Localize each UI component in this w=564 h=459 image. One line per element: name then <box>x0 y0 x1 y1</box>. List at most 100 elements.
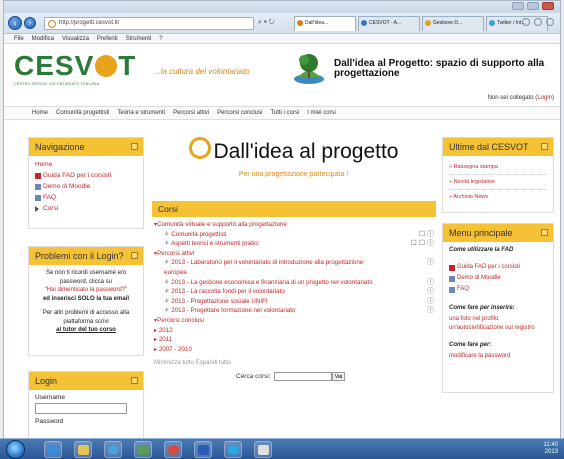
course-category[interactable]: ▸ 2012 <box>152 326 436 336</box>
menu-item[interactable]: Visualizza <box>62 34 89 43</box>
close-button[interactable] <box>542 2 554 10</box>
ie-taskbar-icon[interactable] <box>44 441 62 458</box>
news-item-archive[interactable]: » Archivio News <box>449 190 547 204</box>
course-link[interactable]: ⚘ 2013 - Progettare formazione nel volon… <box>152 306 436 316</box>
nav-item-corsi[interactable]: Corsi <box>35 204 137 215</box>
ie-icon <box>48 20 56 28</box>
favorites-icon[interactable] <box>534 18 542 26</box>
pin-icon <box>449 265 455 271</box>
site-nav-link[interactable]: Home <box>32 107 48 119</box>
expand-collapse-links[interactable]: Minimizza tutto Espandi tutto <box>152 360 436 366</box>
forgot-password-link[interactable]: "Hai dimenticato la password?" <box>35 286 137 295</box>
course-link[interactable]: ⚘ 2013 - La raccolta fondi per il volont… <box>152 287 436 297</box>
browser-tab[interactable]: Gestione D... <box>422 16 484 31</box>
nav-item-faq[interactable]: FAQ <box>35 193 137 204</box>
flower-logo-icon <box>188 137 211 160</box>
course-info-icon[interactable]: ⓘ <box>427 287 434 297</box>
site-title: Dall'idea al Progetto: spazio di support… <box>334 58 545 79</box>
course-info-icon[interactable]: ☐ ⓘ <box>419 230 434 240</box>
site-nav-link[interactable]: Percorsi conclusi <box>217 107 262 119</box>
pin-icon <box>35 173 41 179</box>
site-nav-link[interactable]: Teoria e strumenti <box>117 107 165 119</box>
login-link[interactable]: Login <box>537 95 552 101</box>
collapse-icon[interactable] <box>541 143 548 150</box>
menu-item-faq[interactable]: FAQ <box>449 285 547 296</box>
course-link[interactable]: europea <box>152 268 436 278</box>
browser-tab[interactable]: Dall'idea... <box>294 16 356 31</box>
collapse-icon[interactable] <box>131 143 138 150</box>
course-category[interactable]: ▸ 2011 <box>152 335 436 345</box>
collapse-icon[interactable] <box>131 377 138 384</box>
site-nav-link[interactable]: Percorsi attivi <box>173 107 209 119</box>
site-nav-link[interactable]: I miei corsi <box>307 107 336 119</box>
navigation-block: Navigazione Home Guida FAD per i corsist… <box>28 137 144 229</box>
login-help-email: ed inserisci SOLO la tua email <box>42 295 130 302</box>
collapse-icon[interactable] <box>541 229 548 236</box>
news-item-rassegna[interactable]: » Rassegna stampa <box>449 160 547 175</box>
app-taskbar-icon[interactable] <box>134 441 152 458</box>
course-info-icon[interactable]: ⓘ <box>427 297 434 307</box>
site-nav-link[interactable]: Tutti i corsi <box>270 107 299 119</box>
nav-item-demo[interactable]: Demo di Moodle <box>35 182 137 193</box>
change-password-link[interactable]: modificare la password <box>449 352 547 363</box>
menu-item[interactable]: ? <box>159 34 162 43</box>
course-link[interactable]: ⚘ 2013 - Laboratorio per il volontariato… <box>152 258 436 268</box>
course-link[interactable]: ⚘ Aspetti teorici e strumenti pratici ☐ ☐… <box>152 239 436 249</box>
back-button[interactable]: ‹ <box>8 16 22 30</box>
site-nav-link[interactable]: Comunità progettisti <box>56 107 109 119</box>
mail-taskbar-icon[interactable] <box>254 441 272 458</box>
course-category[interactable]: ▾Percorsi attivi <box>152 249 436 259</box>
tagline: ...la cultura del volontariato <box>154 67 250 76</box>
start-button[interactable] <box>6 440 25 459</box>
cesvot-logo[interactable]: CESV T <box>14 51 136 81</box>
page-icon <box>449 276 455 282</box>
menu-item[interactable]: Preferiti <box>97 34 118 43</box>
page-subtitle: Per una progettazione partecipata ! <box>238 171 349 178</box>
system-clock[interactable]: 11:40 2013 <box>543 442 558 456</box>
nav-home-link[interactable]: Home <box>35 160 137 171</box>
minimize-button[interactable] <box>512 2 524 10</box>
course-category[interactable]: ▾Percorsi conclusi <box>152 316 436 326</box>
folder-taskbar-icon[interactable] <box>74 441 92 458</box>
main-menu-header: Menu principale <box>443 224 553 242</box>
maximize-button[interactable] <box>527 2 539 10</box>
nav-item-guida[interactable]: Guida FAD per i corsisti <box>35 171 137 182</box>
course-category[interactable]: ▸ 2007 - 2010 <box>152 345 436 355</box>
browser-tab[interactable]: CESVOT - A... <box>358 16 420 31</box>
address-bar[interactable]: http://progetti.cesvot.it/ <box>44 17 254 30</box>
username-field[interactable] <box>35 403 127 414</box>
logo-circle-icon <box>95 54 118 77</box>
chrome-taskbar-icon[interactable] <box>164 441 182 458</box>
address-tools[interactable]: ⌕ ▾ ↻ <box>258 17 275 29</box>
word-taskbar-icon[interactable] <box>194 441 212 458</box>
menu-item[interactable]: File <box>14 34 24 43</box>
home-icon[interactable] <box>522 18 530 26</box>
skype-taskbar-icon[interactable] <box>224 441 242 458</box>
password-label: Password <box>35 418 64 425</box>
course-search-input[interactable] <box>273 372 332 382</box>
page-icon <box>449 287 455 293</box>
menu-item-guida[interactable]: Guida FAD per i corsisti <box>449 263 547 274</box>
collapse-icon[interactable] <box>131 252 138 259</box>
course-category[interactable]: ▾Comunità virtuale e supporto alla proge… <box>152 220 436 230</box>
menu-item[interactable]: Strumenti <box>126 34 152 43</box>
course-link[interactable]: ⚘ Comunità progettisti ☐ ⓘ <box>152 230 436 240</box>
course-link[interactable]: ⚘ 2013 - La gestione economica e finanzi… <box>152 278 436 288</box>
login-help-header: Problemi con il Login? <box>29 247 143 265</box>
menu-item[interactable]: Modifica <box>32 34 54 43</box>
enroll-links[interactable]: una foto nel profilo un'autocertificazio… <box>449 315 547 333</box>
tools-icon[interactable] <box>546 18 554 26</box>
main-menu-block: Menu principale Come utilizzare la FAD G… <box>442 223 554 393</box>
course-link[interactable]: ⚘ 2013 - Progettazione sociale UNIFI ⓘ <box>152 297 436 307</box>
course-info-icon[interactable]: ☐ ☐ ⓘ <box>411 239 434 249</box>
media-taskbar-icon[interactable] <box>104 441 122 458</box>
forward-button[interactable]: › <box>24 17 36 29</box>
page-icon <box>35 195 41 201</box>
course-info-icon[interactable]: ⓘ <box>427 278 434 288</box>
menu-item-demo[interactable]: Demo di Moodle <box>449 274 547 285</box>
course-search-button[interactable]: Vai <box>331 372 346 382</box>
tutor-link[interactable]: al tutor del tuo corso <box>35 326 137 335</box>
course-info-icon[interactable]: ⓘ <box>427 258 434 268</box>
news-item-legislative[interactable]: » Novità legislative <box>449 175 547 190</box>
course-info-icon[interactable]: ⓘ <box>427 306 434 316</box>
